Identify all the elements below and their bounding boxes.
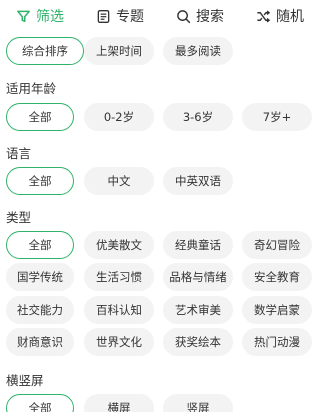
nav-topics-label: 专题: [116, 9, 144, 25]
language-option-all[interactable]: 全部: [6, 167, 74, 195]
category-option[interactable]: 数学启蒙: [242, 296, 312, 324]
category-option[interactable]: 经典童话: [163, 231, 233, 259]
category-option[interactable]: 获奖绘本: [163, 328, 233, 356]
nav-filter-label: 筛选: [36, 9, 64, 25]
age-section-title: 适用年龄: [6, 81, 57, 96]
orientation-option-portrait[interactable]: 竖屏: [163, 394, 233, 412]
nav-search[interactable]: 搜索: [160, 0, 240, 32]
orientation-section-title: 横竖屏: [6, 373, 44, 388]
nav-search-label: 搜索: [196, 9, 224, 25]
orientation-option-landscape[interactable]: 横屏: [84, 394, 154, 412]
category-option[interactable]: 热门动漫: [242, 328, 312, 356]
category-option[interactable]: 世界文化: [84, 328, 154, 356]
top-nav: 筛选 专题 搜索 随机: [0, 0, 320, 32]
category-section-title: 类型: [6, 210, 32, 225]
category-option[interactable]: 生活习惯: [84, 263, 154, 291]
age-option-7plus[interactable]: 7岁+: [242, 103, 312, 131]
sort-option-most-read[interactable]: 最多阅读: [163, 37, 233, 65]
sort-option-newest[interactable]: 上架时间: [84, 37, 154, 65]
category-option[interactable]: 全部: [6, 231, 74, 259]
category-option[interactable]: 品格与情绪: [163, 263, 233, 291]
nav-topics[interactable]: 专题: [80, 0, 160, 32]
shuffle-icon: [257, 10, 271, 22]
category-option[interactable]: 奇幻冒险: [242, 231, 312, 259]
age-option-3-6[interactable]: 3-6岁: [163, 103, 233, 131]
nav-filter[interactable]: 筛选: [0, 0, 80, 32]
language-option-bilingual[interactable]: 中英双语: [163, 167, 233, 195]
category-option[interactable]: 优美散文: [84, 231, 154, 259]
filter-icon: [17, 10, 30, 22]
nav-random-label: 随机: [276, 9, 304, 25]
book-icon: [97, 9, 110, 23]
age-option-0-2[interactable]: 0-2岁: [84, 103, 154, 131]
search-icon: [177, 9, 191, 23]
category-option[interactable]: 百科认知: [84, 296, 154, 324]
category-option[interactable]: 艺术审美: [163, 296, 233, 324]
category-option[interactable]: 国学传统: [6, 263, 74, 291]
category-option[interactable]: 财商意识: [6, 328, 74, 356]
category-option[interactable]: 安全教育: [242, 263, 312, 291]
category-option[interactable]: 社交能力: [6, 296, 74, 324]
age-option-all[interactable]: 全部: [6, 103, 74, 131]
language-option-chinese[interactable]: 中文: [84, 167, 154, 195]
language-section-title: 语言: [6, 146, 32, 161]
orientation-option-all[interactable]: 全部: [6, 394, 74, 412]
nav-random[interactable]: 随机: [240, 0, 320, 32]
sort-option-comprehensive[interactable]: 综合排序: [6, 37, 84, 65]
